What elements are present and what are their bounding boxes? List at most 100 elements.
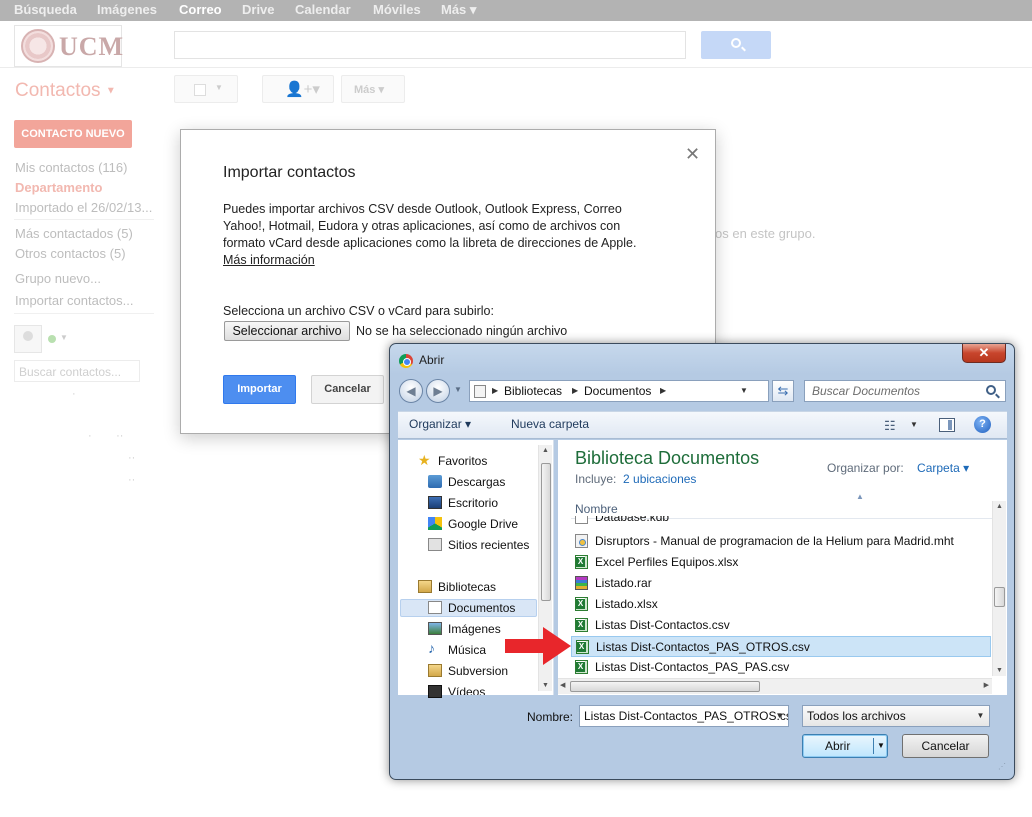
close-icon[interactable]: ✕: [685, 144, 700, 165]
view-options-icon[interactable]: ☷: [884, 418, 896, 434]
breadcrumb-documentos[interactable]: Documentos: [584, 384, 651, 398]
libraries-icon: [418, 580, 432, 593]
import-button[interactable]: Importar: [223, 375, 296, 404]
history-dropdown-icon[interactable]: ▼: [454, 385, 462, 394]
contacts-title[interactable]: Contactos ▼: [15, 80, 116, 102]
file-row[interactable]: Listas Dist-Contactos.csv: [571, 615, 991, 636]
chevron-down-icon[interactable]: ▼: [910, 420, 918, 429]
nav-item-subversion[interactable]: Subversion: [448, 664, 508, 678]
ucm-logo[interactable]: UCM: [14, 25, 123, 67]
nav-item-videos[interactable]: Vídeos: [448, 685, 485, 695]
horizontal-scrollbar[interactable]: ◀ ▶: [558, 678, 992, 694]
cancel-button[interactable]: Cancelar: [311, 375, 384, 404]
scroll-up-icon[interactable]: ▲: [996, 503, 1003, 510]
new-contact-button[interactable]: CONTACTO NUEVO: [14, 120, 132, 148]
search-contacts-input[interactable]: Buscar contactos...: [14, 360, 140, 382]
dialog-cancel-button[interactable]: Cancelar: [902, 734, 989, 758]
refresh-icon[interactable]: ⇆: [772, 380, 794, 402]
sidebar-item-other-contacts[interactable]: Otros contactos (5): [15, 246, 126, 261]
file-row[interactable]: Listado.xlsx: [571, 594, 991, 615]
desktop-icon: [428, 496, 442, 509]
nav-correo[interactable]: Correo: [179, 2, 222, 17]
breadcrumb-arrow-icon[interactable]: ▶: [572, 386, 578, 395]
breadcrumb-bibliotecas[interactable]: Bibliotecas: [504, 384, 562, 398]
nav-moviles[interactable]: Móviles: [373, 2, 421, 17]
nav-item-recent-places[interactable]: Sitios recientes: [448, 538, 529, 552]
file-row-selected[interactable]: Listas Dist-Contactos_PAS_OTROS.csv: [571, 636, 991, 657]
sidebar-item-imported[interactable]: Importado el 26/02/13...: [15, 200, 152, 215]
nav-imagenes[interactable]: Imágenes: [97, 2, 157, 17]
no-file-status: No se ha seleccionado ningún archivo: [356, 324, 568, 338]
search-input[interactable]: [174, 31, 686, 59]
open-options-dropdown-icon[interactable]: ▼: [877, 741, 885, 750]
checkbox-icon: [194, 84, 206, 96]
organize-button[interactable]: Organizar ▾: [409, 417, 471, 431]
back-arrow-icon[interactable]: ◀: [399, 379, 423, 403]
address-dropdown-icon[interactable]: ▼: [740, 386, 748, 395]
chevron-down-icon[interactable]: ▼: [60, 333, 68, 342]
scroll-right-icon[interactable]: ▶: [984, 681, 989, 689]
sidebar-item-import-contacts[interactable]: Importar contactos...: [15, 293, 134, 308]
scroll-down-icon[interactable]: ▼: [542, 682, 549, 689]
nav-item-pictures[interactable]: Imágenes: [448, 622, 501, 636]
more-button[interactable]: Más ▾: [341, 75, 405, 103]
file-scrollbar[interactable]: ▲ ▼: [992, 501, 1006, 676]
select-checkbox-button[interactable]: ▼: [174, 75, 238, 103]
file-row[interactable]: Database.kdb: [571, 516, 991, 526]
new-folder-button[interactable]: Nueva carpeta: [511, 417, 589, 431]
file-type-select[interactable]: Todos los archivos: [802, 705, 990, 727]
arrange-dropdown[interactable]: Carpeta ▾: [917, 461, 969, 475]
address-bar[interactable]: ▶ Bibliotecas ▶ Documentos ▶ ▼: [469, 380, 769, 402]
nav-mas[interactable]: Más ▾: [441, 2, 476, 18]
open-button[interactable]: Abrir ▼: [802, 734, 888, 758]
resize-grip-icon[interactable]: ⋰: [998, 762, 1006, 771]
scroll-thumb[interactable]: [541, 463, 551, 601]
file-row[interactable]: Listas Dist-Contactos_PAS_PAS.csv: [571, 657, 991, 678]
nav-libraries[interactable]: Bibliotecas: [438, 580, 496, 594]
filename-input[interactable]: Listas Dist-Contactos_PAS_OTROS.csv: [579, 705, 789, 727]
nav-drive[interactable]: Drive: [242, 2, 275, 17]
filename-dropdown-icon[interactable]: ▼: [771, 706, 788, 726]
add-to-group-button[interactable]: 👤+▾: [262, 75, 334, 103]
nav-item-desktop[interactable]: Escritorio: [448, 496, 498, 510]
nav-item-downloads[interactable]: Descargas: [448, 475, 505, 489]
status-online-icon[interactable]: [48, 335, 56, 343]
open-button-label: Abrir: [825, 739, 851, 753]
scroll-down-icon[interactable]: ▼: [996, 667, 1003, 674]
nav-item-documents[interactable]: Documentos: [448, 601, 515, 615]
window-title: Abrir: [419, 353, 445, 367]
search-icon[interactable]: [986, 385, 996, 395]
breadcrumb-arrow-icon[interactable]: ▶: [492, 386, 498, 395]
empty-group-message: os en este grupo.: [715, 226, 816, 241]
more-info-link[interactable]: Más información: [223, 253, 315, 267]
includes-link[interactable]: 2 ubicaciones: [623, 472, 696, 486]
forward-arrow-icon[interactable]: ▶: [426, 379, 450, 403]
window-close-button[interactable]: ✕: [962, 344, 1006, 363]
sidebar-item-departamento[interactable]: Departamento: [15, 180, 102, 195]
scroll-left-icon[interactable]: ◀: [560, 681, 565, 689]
file-row[interactable]: Disruptors - Manual de programacion de l…: [571, 531, 991, 552]
scroll-thumb[interactable]: [570, 681, 760, 692]
avatar[interactable]: [14, 325, 42, 353]
file-type-dropdown-icon[interactable]: ▼: [972, 706, 989, 726]
nav-item-google-drive[interactable]: Google Drive: [448, 517, 518, 531]
nav-calendar[interactable]: Calendar: [295, 2, 351, 17]
nav-favorites[interactable]: Favoritos: [438, 454, 487, 468]
choose-file-button[interactable]: Seleccionar archivo: [224, 321, 350, 341]
search-button[interactable]: [701, 31, 771, 59]
nav-item-music[interactable]: Música: [448, 643, 486, 657]
sidebar-item-my-contacts[interactable]: Mis contactos (116): [15, 160, 127, 175]
help-icon[interactable]: ?: [974, 416, 991, 433]
scroll-up-icon[interactable]: ▲: [542, 447, 549, 454]
nav-busqueda[interactable]: Búsqueda: [14, 2, 77, 17]
breadcrumb-arrow-icon[interactable]: ▶: [660, 386, 666, 395]
search-documents-input[interactable]: Buscar Documentos: [804, 380, 1006, 402]
column-name[interactable]: Nombre: [575, 502, 618, 516]
file-row[interactable]: Listado.rar: [571, 573, 991, 594]
scroll-thumb[interactable]: [994, 587, 1005, 607]
sidebar-item-most-contacted[interactable]: Más contactados (5): [15, 226, 133, 241]
sidebar-item-new-group[interactable]: Grupo nuevo...: [15, 271, 101, 286]
file-row[interactable]: Excel Perfiles Equipos.xlsx: [571, 552, 991, 573]
preview-pane-icon[interactable]: [939, 418, 955, 432]
rar-file-icon: [575, 576, 588, 590]
